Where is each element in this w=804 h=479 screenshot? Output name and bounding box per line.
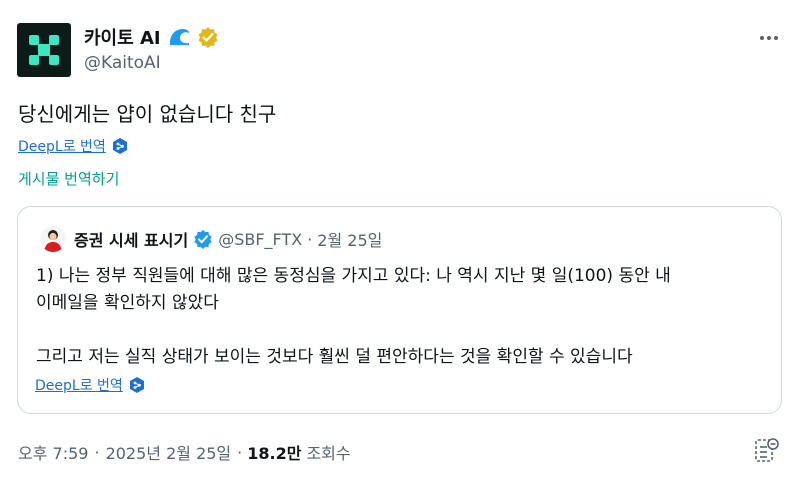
tweet-date[interactable]: 2025년 2월 25일 xyxy=(106,440,232,464)
quoted-tweet[interactable]: 증권 시세 표시기 @SBF_FTX · 2월 25일 1) 나는 정부 직원들… xyxy=(17,206,782,414)
avatar-icon xyxy=(44,230,62,252)
meta-separator: · xyxy=(94,442,100,462)
quote-deepl-translate-link[interactable]: DeepL로 번역 xyxy=(35,375,123,395)
deepl-translate-link[interactable]: DeepL로 번역 xyxy=(18,136,106,156)
quote-author-handle[interactable]: @SBF_FTX xyxy=(218,230,302,249)
deepl-icon xyxy=(129,377,144,393)
quote-text-line: 1) 나는 정부 직원들에 대해 많은 동정심을 가지고 있다: 나 역시 지난… xyxy=(36,266,671,286)
kaito-logo-icon xyxy=(29,35,59,65)
wave-badge-icon xyxy=(169,29,189,45)
deepl-icon xyxy=(112,138,127,154)
tweet-time[interactable]: 오후 7:59 xyxy=(18,440,88,464)
translate-post-link[interactable]: 게시물 번역하기 xyxy=(18,168,119,189)
deepl-translate-row[interactable]: DeepL로 번역 xyxy=(18,136,128,156)
author-avatar[interactable] xyxy=(17,23,71,77)
author-name-row: 카이토 AI xyxy=(84,25,219,49)
more-options-icon xyxy=(760,36,778,40)
quote-date[interactable]: 2월 25일 xyxy=(317,227,382,251)
quote-author-avatar[interactable] xyxy=(40,226,66,252)
quote-text: 1) 나는 정부 직원들에 대해 많은 동정심을 가지고 있다: 나 역시 지난… xyxy=(36,263,771,371)
blue-verified-icon xyxy=(194,229,212,249)
quote-deepl-translate-row[interactable]: DeepL로 번역 xyxy=(35,375,145,395)
gold-verified-icon xyxy=(198,27,218,48)
tweet-text: 당신에게는 얍이 없습니다 친구 xyxy=(18,102,277,126)
quote-text-line: 이메일을 확인하지 않았다 xyxy=(36,293,219,313)
more-options-button[interactable] xyxy=(756,28,782,48)
quote-author-name[interactable]: 증권 시세 표시기 xyxy=(74,227,188,251)
views-count: 18.2만 xyxy=(247,444,302,463)
author-handle[interactable]: @KaitoAI xyxy=(84,53,161,73)
views-label: 조회수 xyxy=(306,444,351,463)
quote-separator: · xyxy=(307,229,313,249)
quote-text-line: 그리고 저는 실직 상태가 보이는 것보다 훨씬 덜 편안하다는 것을 확인할 … xyxy=(36,347,633,367)
author-display-name[interactable]: 카이토 AI xyxy=(84,24,161,50)
meta-separator: · xyxy=(237,442,243,462)
bookmark-button[interactable] xyxy=(754,437,780,465)
bookmark-icon xyxy=(755,438,779,462)
quote-header: 증권 시세 표시기 @SBF_FTX · 2월 25일 xyxy=(74,227,382,251)
tweet-meta: 오후 7:59 · 2025년 2월 25일 · 18.2만 조회수 xyxy=(18,440,351,464)
